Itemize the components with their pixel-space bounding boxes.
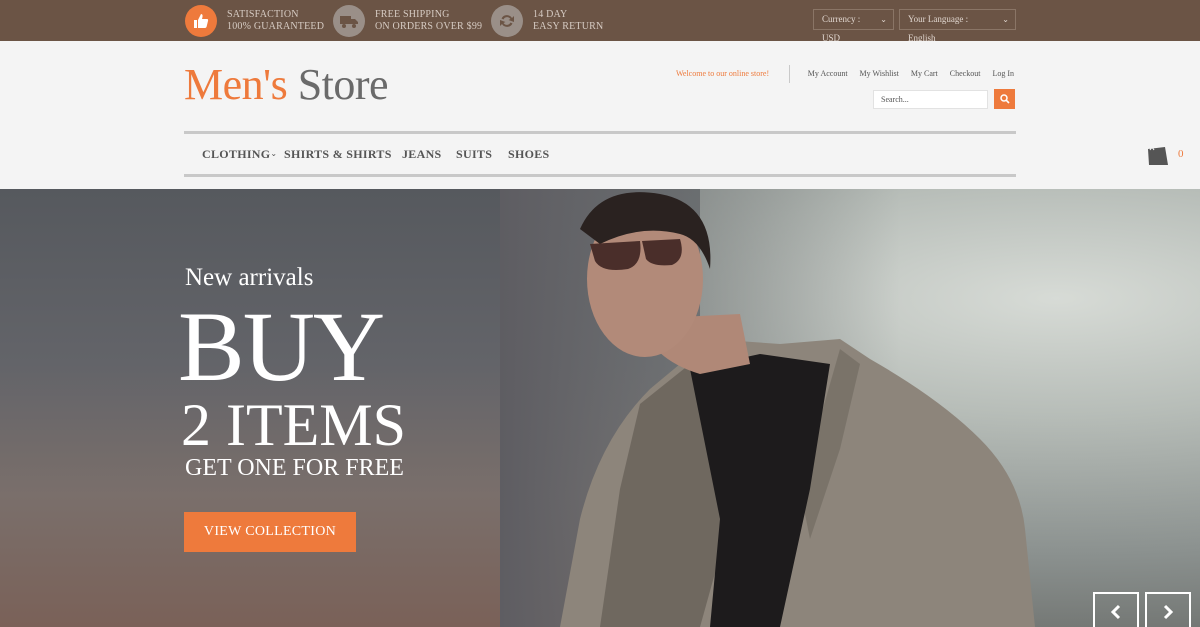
feature-return: 14 day easy return — [491, 4, 603, 38]
nav-label: SHOES — [508, 147, 550, 161]
logo[interactable]: Men's Store — [184, 60, 389, 109]
logo-store: Store — [297, 60, 389, 109]
nav-label: SHIRTS & SHIRTS — [284, 147, 392, 161]
link-my-cart[interactable]: My Cart — [911, 69, 938, 78]
hero-subtitle: New arrivals — [185, 264, 314, 291]
chevron-down-icon: ⌄ — [1002, 15, 1009, 24]
link-my-wishlist[interactable]: My Wishlist — [860, 69, 899, 78]
top-bar: Satisfaction 100% Guaranteed Free Shippi… — [0, 0, 1200, 43]
welcome-message: Welcome to our online store! — [676, 69, 770, 78]
chevron-down-icon: ⌄ — [880, 15, 887, 24]
nav-item-clothing[interactable]: CLOTHING⌄ — [202, 147, 277, 162]
search-button[interactable] — [994, 89, 1015, 109]
nav-item-jeans[interactable]: JEANS — [402, 147, 442, 162]
nav-item-suits[interactable]: SUITS — [456, 147, 492, 162]
hero-offer: GET ONE FOR FREE — [185, 455, 404, 481]
feature-text: 14 day easy return — [533, 9, 604, 32]
hero-title-line2: 2 ITEMS — [181, 392, 406, 458]
language-select[interactable]: Your Language : English ⌄ — [899, 9, 1016, 43]
view-collection-button[interactable]: VIEW COLLECTION — [184, 512, 356, 552]
truck-icon — [333, 5, 365, 37]
chevron-left-icon — [1110, 604, 1121, 620]
nav-label: SUITS — [456, 147, 493, 161]
nav-item-shirts[interactable]: SHIRTS & SHIRTS — [284, 147, 392, 162]
cart-icon[interactable] — [1146, 145, 1170, 167]
chevron-right-icon — [1163, 604, 1174, 620]
feature-text: Free Shipping on orders over $99 — [375, 9, 483, 32]
feature-satisfaction: Satisfaction 100% Guaranteed — [185, 4, 324, 38]
divider — [789, 65, 790, 83]
nav-label: CLOTHING — [202, 147, 271, 161]
refresh-icon — [491, 5, 523, 37]
nav-item-shoes[interactable]: SHOES — [508, 147, 550, 162]
thumbs-up-icon — [185, 5, 217, 37]
nav-label: JEANS — [402, 147, 442, 161]
main-nav: CLOTHING⌄ SHIRTS & SHIRTS JEANS SUITS SH… — [184, 131, 1184, 177]
hero-model-image — [560, 192, 1035, 627]
search-icon — [999, 94, 1010, 104]
language-label: Your Language : English — [908, 14, 969, 43]
header: Men's Store Welcome to our online store!… — [0, 41, 1200, 189]
link-log-in[interactable]: Log In — [992, 69, 1014, 78]
hero-title: BUY — [178, 291, 385, 402]
link-checkout[interactable]: Checkout — [950, 69, 981, 78]
currency-label: Currency : USD — [822, 14, 861, 43]
chevron-down-icon: ⌄ — [270, 149, 278, 158]
account-links: My Account My Wishlist My Cart Checkout … — [808, 69, 1014, 78]
cart-count[interactable]: 0 — [1178, 148, 1184, 160]
search-placeholder: Search... — [881, 95, 909, 104]
feature-text: Satisfaction 100% Guaranteed — [227, 9, 325, 32]
logo-brand: Men's — [184, 60, 288, 109]
search-input[interactable]: Search... — [873, 90, 988, 109]
link-my-account[interactable]: My Account — [808, 69, 848, 78]
currency-select[interactable]: Currency : USD ⌄ — [813, 9, 894, 43]
prev-slide-button[interactable] — [1093, 592, 1139, 627]
hero-banner: New arrivals BUY 2 ITEMS GET ONE FOR FRE… — [0, 189, 1200, 627]
feature-shipping: Free Shipping on orders over $99 — [333, 4, 482, 38]
next-slide-button[interactable] — [1145, 592, 1191, 627]
